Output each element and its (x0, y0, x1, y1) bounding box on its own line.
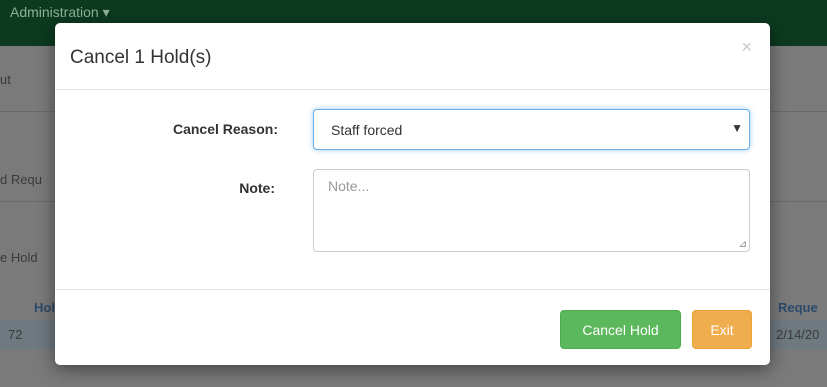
bg-column-header-hold: Hol (34, 300, 55, 315)
cancel-hold-button[interactable]: Cancel Hold (560, 310, 681, 349)
resize-grip-icon[interactable]: ⊿ (739, 239, 747, 250)
cancel-reason-label: Cancel Reason: (172, 121, 278, 137)
bg-column-header-request: Reque (778, 300, 818, 315)
dialog-header: Cancel 1 Hold(s) × (55, 23, 770, 90)
note-placeholder: Note... (328, 178, 370, 194)
cancel-reason-select[interactable]: Staff forced ▼ (313, 109, 750, 150)
bg-cell-hold: 72 (8, 327, 23, 342)
close-icon[interactable]: × (741, 37, 752, 58)
exit-button[interactable]: Exit (692, 310, 752, 349)
cancel-reason-value: Staff forced (331, 122, 403, 138)
bg-cell-request: 2/14/20 (776, 327, 820, 342)
administration-menu[interactable]: Administration ▾ (10, 4, 110, 21)
bg-fragment: d Requ (0, 172, 42, 187)
chevron-down-icon: ▼ (731, 121, 743, 135)
dialog-footer: Cancel Hold Exit (55, 289, 770, 365)
dialog-title: Cancel 1 Hold(s) (70, 47, 212, 68)
bg-fragment: ut (0, 72, 11, 87)
note-textarea[interactable]: Note... ⊿ (313, 169, 750, 252)
bg-fragment: e Hold (0, 250, 38, 265)
cancel-hold-dialog: Cancel 1 Hold(s) × Cancel Reason: Staff … (55, 23, 770, 365)
note-label: Note: (239, 180, 275, 196)
